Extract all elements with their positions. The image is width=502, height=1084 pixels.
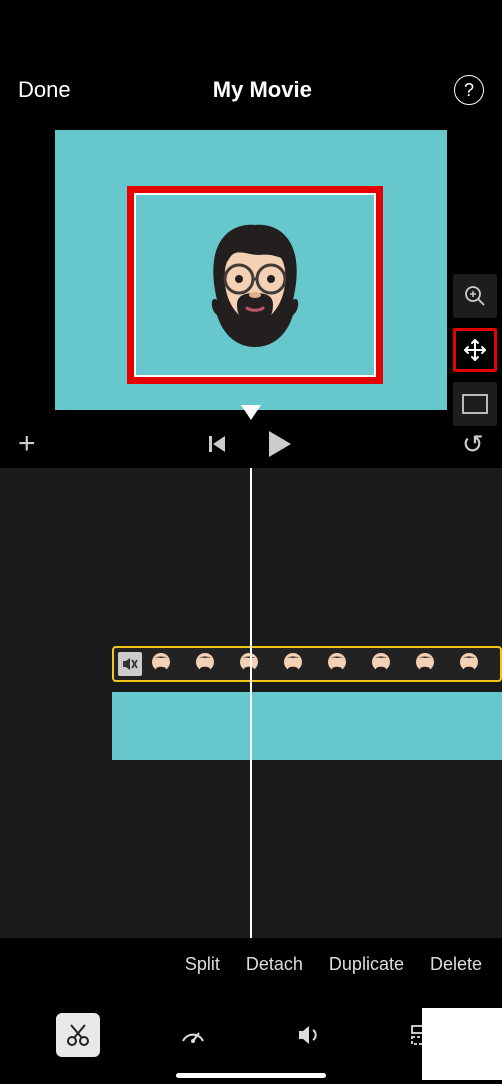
scissors-icon bbox=[65, 1022, 91, 1048]
clip-thumb-icon bbox=[236, 651, 262, 677]
duplicate-button[interactable]: Duplicate bbox=[329, 954, 404, 975]
clip-thumbnails bbox=[148, 651, 482, 677]
zoom-tool-button[interactable] bbox=[453, 274, 497, 318]
detach-button[interactable]: Detach bbox=[246, 954, 303, 975]
clip-thumb-icon bbox=[192, 651, 218, 677]
clip-thumb-icon bbox=[148, 651, 174, 677]
playback-controls: + ↻ bbox=[0, 420, 502, 468]
playhead-marker-icon bbox=[241, 405, 261, 420]
zoom-in-icon bbox=[463, 284, 487, 308]
clip-thumb-icon bbox=[412, 651, 438, 677]
video-preview[interactable] bbox=[55, 130, 447, 410]
speedometer-icon bbox=[179, 1021, 207, 1049]
undo-button[interactable]: ↻ bbox=[462, 429, 484, 460]
clip-thumb-icon bbox=[324, 651, 350, 677]
help-button[interactable]: ? bbox=[454, 75, 484, 105]
cut-tool-button[interactable] bbox=[56, 1013, 100, 1057]
playhead-line[interactable] bbox=[250, 468, 252, 938]
clip-mute-indicator bbox=[118, 652, 142, 676]
timeline[interactable] bbox=[0, 468, 502, 938]
clip-thumb-icon bbox=[456, 651, 482, 677]
bottom-toolbar bbox=[0, 990, 502, 1080]
home-indicator[interactable] bbox=[176, 1073, 326, 1078]
skip-back-button[interactable] bbox=[207, 433, 229, 455]
clip-thumb-icon bbox=[280, 651, 306, 677]
delete-button[interactable]: Delete bbox=[430, 954, 482, 975]
preview-container bbox=[0, 130, 502, 410]
done-button[interactable]: Done bbox=[18, 77, 71, 103]
project-title: My Movie bbox=[213, 77, 312, 103]
overlay-clip-selected[interactable] bbox=[112, 646, 502, 682]
clip-actions-bar: Split Detach Duplicate Delete bbox=[0, 938, 502, 990]
header-bar: Done My Movie ? bbox=[0, 0, 502, 130]
play-button[interactable] bbox=[269, 431, 291, 457]
speaker-icon bbox=[295, 1021, 323, 1049]
speed-tool-button[interactable] bbox=[171, 1013, 215, 1057]
base-video-clip[interactable] bbox=[112, 692, 502, 760]
move-tool-button[interactable] bbox=[453, 328, 497, 372]
pip-tool-panel bbox=[448, 274, 502, 426]
muted-speaker-icon bbox=[121, 655, 139, 673]
pip-highlight-box bbox=[127, 186, 383, 384]
move-arrows-icon bbox=[462, 337, 488, 363]
add-media-button[interactable]: + bbox=[18, 427, 36, 461]
split-button[interactable]: Split bbox=[185, 954, 220, 975]
watermark-overlay bbox=[422, 1008, 502, 1080]
clip-thumb-icon bbox=[368, 651, 394, 677]
rectangle-icon bbox=[462, 394, 488, 414]
volume-tool-button[interactable] bbox=[287, 1013, 331, 1057]
pip-frame[interactable] bbox=[134, 193, 376, 377]
memoji-face-icon bbox=[195, 215, 315, 355]
imovie-editor: Done My Movie ? bbox=[0, 0, 502, 1084]
